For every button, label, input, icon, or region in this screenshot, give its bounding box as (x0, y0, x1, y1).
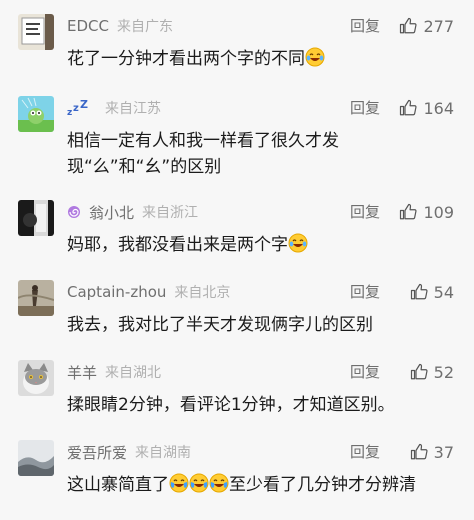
like-button[interactable]: 37 (410, 441, 454, 463)
comment-text: 我去，我对比了半天才发现俩字儿的区别 (67, 315, 373, 335)
username[interactable]: 爱吾所爱 (67, 442, 127, 463)
like-count: 164 (423, 98, 454, 118)
avatar[interactable] (18, 14, 54, 50)
like-count: 54 (433, 282, 454, 302)
svg-text:Z: Z (80, 100, 88, 111)
thumbs-up-icon (410, 443, 428, 460)
avatar[interactable] (18, 360, 54, 396)
thumbs-up-icon (400, 17, 418, 34)
location-label: 来自广东 (116, 19, 173, 35)
username[interactable]: EDCC (67, 17, 109, 35)
location-label: 来自江苏 (105, 101, 161, 117)
location-label: 来自湖南 (135, 445, 192, 461)
username[interactable]: Captain-zhou (67, 283, 166, 301)
crying-laughing-emoji-icon (189, 473, 209, 493)
avatar[interactable] (18, 96, 54, 132)
thumbs-up-icon (410, 363, 428, 380)
crying-laughing-emoji-icon (209, 473, 229, 493)
reply-button[interactable]: 回复 (350, 442, 380, 462)
reply-button[interactable]: 回复 (350, 202, 380, 222)
comment-text: 妈耶，我都没看出来是两个字 (67, 232, 451, 258)
username[interactable]: 翁小北 (89, 202, 134, 223)
lollipop-icon (68, 206, 80, 218)
comment-text: 花了一分钟才看出两个字的不同 (67, 46, 451, 72)
location-label: 来自浙江 (142, 205, 199, 221)
like-count: 277 (423, 16, 454, 36)
thumbs-up-icon (400, 99, 418, 116)
location-label: 来自湖北 (105, 365, 162, 381)
reply-button[interactable]: 回复 (350, 282, 380, 302)
laughing-emoji-icon (288, 233, 308, 253)
like-button[interactable]: 54 (410, 281, 454, 303)
svg-text:z: z (73, 103, 79, 114)
comment-text: 这山寨简直了 至少看了几分钟才分辨清 (67, 473, 416, 495)
svg-text:z: z (67, 108, 72, 116)
thumbs-up-icon (410, 283, 428, 300)
crying-laughing-emoji-icon (169, 473, 189, 493)
like-button[interactable]: 164 (399, 97, 454, 119)
thumbs-up-icon (400, 203, 418, 220)
avatar[interactable] (18, 200, 54, 236)
like-count: 37 (433, 442, 454, 462)
location-label: 来自北京 (174, 285, 231, 301)
comment-text: 揉眼睛2分钟，看评论1分钟，才知道区别。 (67, 395, 395, 415)
sleeping-zzz-icon: zzZ (67, 100, 88, 116)
like-button[interactable]: 277 (399, 15, 454, 37)
reply-button[interactable]: 回复 (350, 98, 380, 118)
avatar[interactable] (18, 440, 54, 476)
username[interactable]: 羊羊 (67, 362, 97, 383)
comment-text: 相信一定有人和我一样看了很久才发现“么”和“幺”的区别 (67, 131, 339, 177)
reply-button[interactable]: 回复 (350, 16, 380, 36)
reply-button[interactable]: 回复 (350, 362, 380, 382)
like-button[interactable]: 52 (410, 361, 454, 383)
laughing-emoji-icon (305, 47, 325, 67)
avatar[interactable] (18, 280, 54, 316)
like-count: 52 (433, 362, 454, 382)
like-count: 109 (423, 202, 454, 222)
like-button[interactable]: 109 (399, 201, 454, 223)
